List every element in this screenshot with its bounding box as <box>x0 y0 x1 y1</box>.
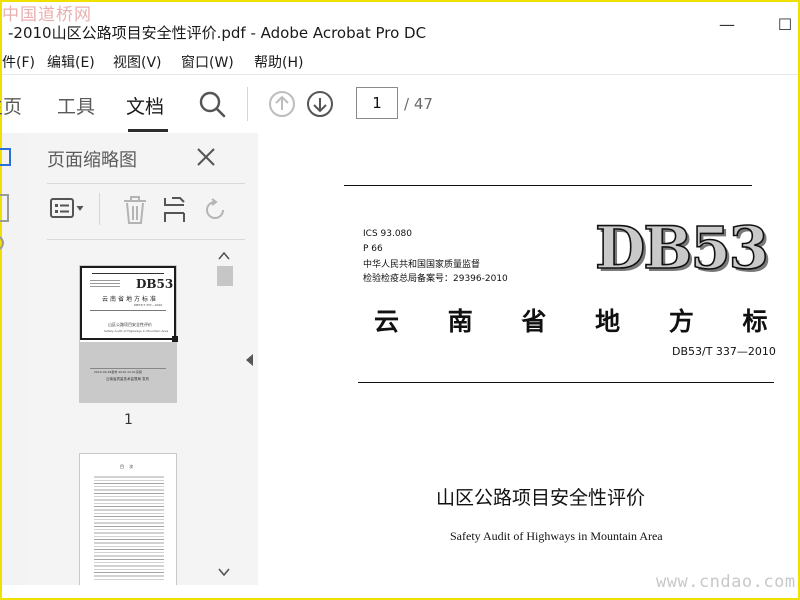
attachments-icon[interactable] <box>0 233 12 253</box>
menu-file[interactable]: 件(F) <box>2 52 35 72</box>
thumbnail-options-icon[interactable] <box>49 195 89 223</box>
page-total: / 47 <box>404 95 433 113</box>
toolbar-separator <box>247 87 248 121</box>
rotate-icon[interactable] <box>203 197 229 223</box>
delete-icon[interactable] <box>121 195 149 225</box>
page-number-input[interactable]: 1 <box>356 87 398 119</box>
thumbnails-panel: 页面缩略图 DB53 云南省地方标准 DB53/T 337—2010 山区公路项… <box>27 133 259 585</box>
scroll-down-icon[interactable] <box>217 566 231 578</box>
thumbnail-title-en: Safety Audit of Highways in Mountain Are… <box>104 329 169 333</box>
doc-standard-number: DB53/T 337—2010 <box>672 345 776 358</box>
close-icon[interactable] <box>195 146 217 168</box>
doc-p-code: P 66 <box>363 244 383 254</box>
thumbnail-issuer: 云南省质量技术监督局 发布 <box>106 377 150 381</box>
doc-top-rule <box>344 185 752 186</box>
menu-edit[interactable]: 编辑(E) <box>47 52 95 72</box>
navigation-strip <box>0 133 28 585</box>
watermark-bottom: www.cndao.com <box>656 572 796 592</box>
tab-home[interactable]: 主页 <box>0 92 22 119</box>
menu-view[interactable]: 视图(V) <box>113 52 162 72</box>
watermark-top: 中国道桥网 <box>2 5 92 25</box>
active-tab-indicator <box>128 129 168 132</box>
doc-ics: ICS 93.080 <box>363 229 413 239</box>
tab-tools[interactable]: 工具 <box>57 92 95 119</box>
thumbnail-org: 云南省地方标准 <box>102 296 159 303</box>
menu-help[interactable]: 帮助(H) <box>254 52 303 72</box>
menu-window[interactable]: 窗口(W) <box>181 52 234 72</box>
document-view[interactable]: ICS 93.080 P 66 中华人民共和国国家质量监督 检验检疫总局备案号：… <box>258 133 798 585</box>
thumbnail-code: DB53/T 337—2010 <box>134 303 163 307</box>
maximize-button[interactable]: ☐ <box>776 16 794 34</box>
thumbnail-toc-lines <box>94 474 164 582</box>
menu-bar: 件(F) 编辑(E) 视图(V) 窗口(W) 帮助(H) <box>2 46 798 74</box>
doc-mid-rule <box>358 382 774 383</box>
thumbnail-dates: 2010-09-28发布 2010-12-01实施 <box>94 370 142 374</box>
panel-title: 页面缩略图 <box>47 150 137 171</box>
panel-divider <box>47 183 245 184</box>
thumbnail-rule-2 <box>90 310 166 311</box>
doc-record: 检验检疫总局备案号：29396-2010 <box>363 274 508 284</box>
panel-divider-2 <box>47 239 245 240</box>
tab-document[interactable]: 文档 <box>126 92 164 119</box>
bookmarks-icon[interactable] <box>0 193 12 223</box>
previous-page-icon[interactable] <box>268 90 296 118</box>
doc-authority: 中华人民共和国国家质量监督 <box>363 260 481 270</box>
scroll-up-icon[interactable] <box>217 250 231 262</box>
thumbnail-title-cn: 山区公路项目安全性评价 <box>108 322 152 327</box>
thumbnail-label-1: 1 <box>124 412 133 428</box>
page-thumbnail-1[interactable]: DB53 云南省地方标准 DB53/T 337—2010 山区公路项目安全性评价… <box>80 266 178 402</box>
toolbar: 主页 工具 文档 1 / 47 <box>0 74 798 134</box>
thumbnail-rule <box>92 273 164 274</box>
window-title: -2010山区公路项目安全性评价.pdf - Adobe Acrobat Pro… <box>8 24 427 42</box>
thumbnail-db-logo: DB53 <box>136 277 174 291</box>
doc-title-en: Safety Audit of Highways in Mountain Are… <box>450 529 663 543</box>
thumbnail-scrollbar[interactable] <box>215 249 233 583</box>
next-page-icon[interactable] <box>306 90 334 118</box>
collapse-panel-icon[interactable] <box>244 353 254 367</box>
page-thumbnails-icon[interactable] <box>0 147 12 169</box>
scrollbar-thumb[interactable] <box>217 266 233 286</box>
doc-title-cn: 山区公路项目安全性评价 <box>436 487 646 509</box>
title-bar: -2010山区公路项目安全性评价.pdf - Adobe Acrobat Pro… <box>2 2 798 46</box>
insert-page-icon[interactable] <box>162 195 188 225</box>
thumbnail-header-lines <box>90 278 120 288</box>
minimize-button[interactable]: — <box>718 16 736 34</box>
page-thumbnail-2[interactable]: 目 次 <box>80 454 176 585</box>
db-logo: DB53 <box>594 214 770 282</box>
tools-separator <box>99 193 100 225</box>
search-icon[interactable] <box>198 90 228 120</box>
thumbnail-toc-heading: 目 次 <box>120 464 136 469</box>
thumbnail-rule-3 <box>90 368 166 369</box>
doc-org-title: 云 南 省 地 方 标 准 <box>374 307 798 336</box>
